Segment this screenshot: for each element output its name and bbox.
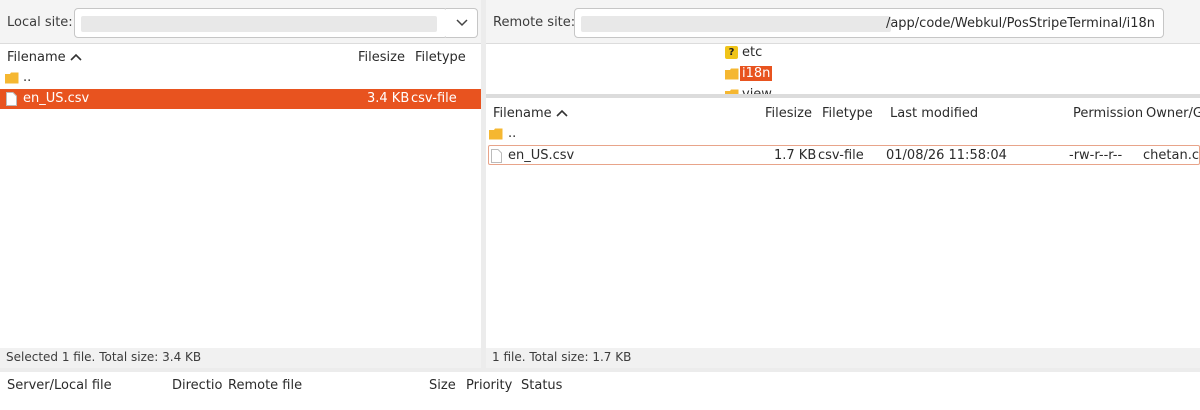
local-site-bar: Local site: (0, 0, 481, 44)
queue-col-server-local-file[interactable]: Server/Local file (7, 378, 112, 393)
redacted-path (81, 16, 437, 32)
remote-site-label: Remote site: (493, 15, 576, 30)
queue-col-priority[interactable]: Priority (466, 378, 512, 393)
local-column-header: Filename Filesize Filetype (0, 46, 481, 68)
remote-col-filetype[interactable]: Filetype (822, 106, 873, 121)
folder-icon (725, 68, 739, 80)
local-site-input[interactable] (74, 8, 448, 38)
list-item[interactable]: en_US.csv 3.4 KB csv-file (0, 89, 481, 109)
remote-directory-tree: ? etc i18n view (486, 44, 1200, 94)
queue-col-status[interactable]: Status (521, 378, 562, 393)
file-icon (6, 92, 17, 106)
local-col-filetype[interactable]: Filetype (415, 50, 466, 65)
queue-col-direction[interactable]: Directio (172, 378, 223, 393)
list-item[interactable]: .. (486, 124, 1200, 144)
remote-col-owner[interactable]: Owner/G (1146, 106, 1200, 121)
list-item[interactable]: .. (0, 68, 481, 88)
local-col-filename[interactable]: Filename (7, 50, 66, 65)
folder-icon (489, 128, 503, 140)
remote-col-filename[interactable]: Filename (493, 106, 552, 121)
remote-pane: Remote site: /app/code/Webkul/PosStripeT… (486, 0, 1200, 368)
chevron-down-icon (456, 19, 468, 27)
local-pane: Local site: Filename Filesize Filetype .… (0, 0, 481, 368)
file-icon (491, 149, 502, 163)
unknown-folder-icon: ? (725, 46, 738, 59)
local-site-dropdown-button[interactable] (446, 8, 478, 38)
local-status-text: Selected 1 file. Total size: 3.4 KB (6, 350, 202, 364)
remote-col-permission[interactable]: Permission (1073, 106, 1143, 121)
sort-ascending-icon (556, 109, 568, 117)
remote-col-filesize[interactable]: Filesize (765, 106, 812, 121)
remote-status-bar: 1 file. Total size: 1.7 KB (486, 348, 1200, 368)
remote-column-header: Filename Filesize Filetype Last modified… (486, 102, 1200, 124)
folder-icon (5, 72, 19, 84)
pane-splitter[interactable] (486, 94, 1200, 98)
queue-col-remote-file[interactable]: Remote file (228, 378, 302, 393)
transfer-queue: Server/Local file Directio Remote file S… (0, 372, 1200, 410)
local-col-filesize[interactable]: Filesize (358, 50, 405, 65)
queue-col-size[interactable]: Size (429, 378, 456, 393)
remote-site-input[interactable]: /app/code/Webkul/PosStripeTerminal/i18n (574, 8, 1164, 38)
list-item[interactable]: en_US.csv 1.7 KB csv-file 01/08/26 11:58… (488, 145, 1200, 165)
local-site-label: Local site: (7, 15, 73, 30)
remote-status-text: 1 file. Total size: 1.7 KB (492, 350, 632, 364)
remote-col-last-modified[interactable]: Last modified (890, 106, 978, 121)
local-status-bar: Selected 1 file. Total size: 3.4 KB (0, 348, 481, 368)
sort-ascending-icon (70, 53, 82, 61)
redacted-path (581, 16, 891, 32)
remote-site-bar: Remote site: /app/code/Webkul/PosStripeT… (486, 0, 1200, 44)
